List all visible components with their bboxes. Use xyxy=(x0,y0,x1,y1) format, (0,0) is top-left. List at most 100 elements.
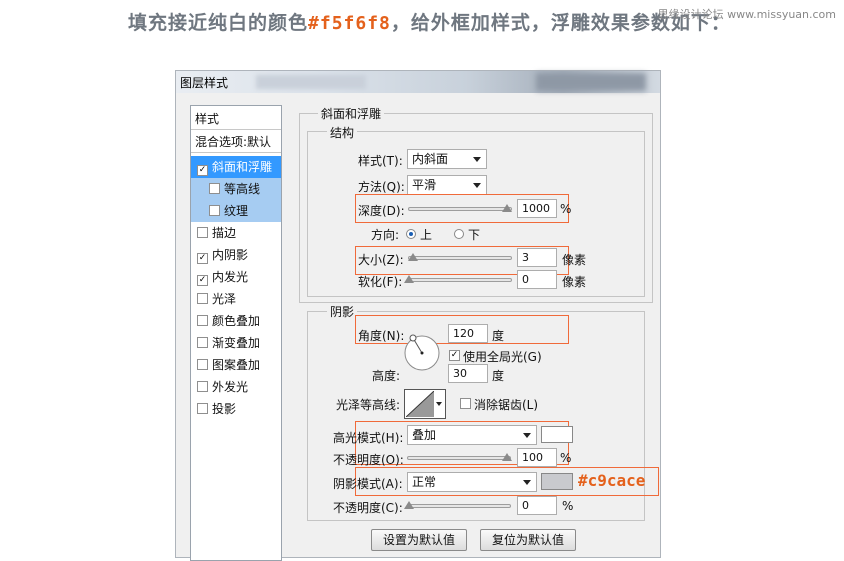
global-light-label: 使用全局光(G) xyxy=(463,350,542,364)
direction-up-radio[interactable] xyxy=(406,229,416,239)
style-list-item[interactable]: 纹理 xyxy=(191,200,281,222)
size-unit: 像素 xyxy=(562,253,587,267)
gloss-contour-label: 光泽等高线: xyxy=(336,398,401,412)
shadow-color-annotation: #c9cace xyxy=(578,471,646,490)
shadow-opacity-input[interactable]: 0 xyxy=(517,496,557,515)
style-list-item-label: 内阴影 xyxy=(212,248,249,262)
style-list-item[interactable]: ✓ 斜面和浮雕 xyxy=(191,156,281,178)
shadow-opacity-label: 不透明度(C): xyxy=(333,501,403,515)
highlight-opacity-slider[interactable] xyxy=(407,456,511,460)
style-checkbox[interactable] xyxy=(197,293,208,304)
style-list-item-label: 纹理 xyxy=(224,204,249,218)
style-list-item-label: 光泽 xyxy=(212,292,237,306)
instruction-heading: 填充接近纯白的颜色#f5f6f8，给外框加样式，浮雕效果参数如下： xyxy=(128,8,731,35)
style-list-item[interactable]: ✓ 内发光 xyxy=(191,266,281,288)
style-checkbox[interactable] xyxy=(197,403,208,414)
gloss-contour-picker[interactable] xyxy=(404,389,446,419)
soften-input[interactable]: 0 xyxy=(517,270,557,289)
depth-slider[interactable] xyxy=(408,207,512,211)
style-list-item[interactable]: 图案叠加 xyxy=(191,354,281,376)
shadow-opacity-thumb[interactable] xyxy=(404,501,414,509)
style-checkbox[interactable]: ✓ xyxy=(197,165,208,176)
technique-value: 平滑 xyxy=(412,178,437,192)
style-list-item[interactable]: 外发光 xyxy=(191,376,281,398)
soften-unit: 像素 xyxy=(562,275,587,289)
style-checkbox[interactable] xyxy=(197,381,208,392)
size-input[interactable]: 3 xyxy=(517,248,557,267)
style-label: 样式(T): xyxy=(358,154,403,168)
style-list-item[interactable]: ✓ 内阴影 xyxy=(191,244,281,266)
shadow-mode-value: 正常 xyxy=(412,475,437,489)
angle-unit: 度 xyxy=(492,329,505,343)
chevron-down-icon xyxy=(473,183,481,188)
style-checkbox[interactable] xyxy=(209,183,220,194)
direction-down-label: 下 xyxy=(468,228,481,242)
highlight-opacity-unit: % xyxy=(560,451,572,465)
style-checkbox[interactable] xyxy=(197,315,208,326)
depth-slider-thumb[interactable] xyxy=(502,204,512,212)
chevron-down-icon xyxy=(523,433,531,438)
antialias-checkbox[interactable] xyxy=(460,398,471,409)
style-list-item-label: 描边 xyxy=(212,226,237,240)
technique-select[interactable]: 平滑 xyxy=(407,175,487,195)
size-slider[interactable] xyxy=(408,256,512,260)
style-checkbox[interactable] xyxy=(197,359,208,370)
style-checkbox[interactable]: ✓ xyxy=(197,253,208,264)
shadow-color-swatch[interactable] xyxy=(541,473,573,490)
style-list-item[interactable]: 颜色叠加 xyxy=(191,310,281,332)
style-checkbox[interactable]: ✓ xyxy=(197,275,208,286)
soften-label: 软化(F): xyxy=(358,275,403,289)
shading-title: 阴影 xyxy=(327,303,358,320)
altitude-unit: 度 xyxy=(492,369,505,383)
highlight-opacity-input[interactable]: 100 xyxy=(517,448,557,467)
depth-label: 深度(D): xyxy=(358,204,405,218)
blending-options-item[interactable]: 混合选项:默认 xyxy=(191,131,281,153)
chevron-down-icon xyxy=(473,157,481,162)
highlight-opacity-label: 不透明度(O): xyxy=(333,453,404,467)
style-list-item-label: 渐变叠加 xyxy=(212,336,261,350)
depth-input[interactable]: 1000 xyxy=(517,199,557,218)
style-list-item-label: 图案叠加 xyxy=(212,358,261,372)
style-checkbox[interactable] xyxy=(197,227,208,238)
angle-dial-icon[interactable] xyxy=(402,333,442,373)
direction-label: 方向: xyxy=(371,228,400,242)
angle-label: 角度(N): xyxy=(358,329,405,343)
size-slider-thumb[interactable] xyxy=(408,253,418,261)
blurred-title-region xyxy=(256,75,366,89)
shadow-mode-select[interactable]: 正常 xyxy=(407,472,537,492)
heading-color-value: #f5f6f8 xyxy=(308,13,391,34)
style-list-item[interactable]: 等高线 xyxy=(191,178,281,200)
style-list-item[interactable]: 描边 xyxy=(191,222,281,244)
dialog-titlebar[interactable]: 图层样式 xyxy=(176,71,660,93)
bevel-style-select[interactable]: 内斜面 xyxy=(407,149,487,169)
make-default-button[interactable]: 设置为默认值 xyxy=(371,529,467,551)
direction-down-radio[interactable] xyxy=(454,229,464,239)
depth-unit: % xyxy=(560,202,572,216)
style-list-item-label: 内发光 xyxy=(212,270,249,284)
layer-style-dialog: 图层样式 样式 混合选项:默认 ✓ 斜面和浮雕等高线纹理描边 ✓ 内阴影 ✓ 内发光光泽颜… xyxy=(175,70,661,561)
style-checkbox[interactable] xyxy=(197,337,208,348)
style-list-item[interactable]: 渐变叠加 xyxy=(191,332,281,354)
soften-slider[interactable] xyxy=(408,278,512,282)
style-list-item-label: 斜面和浮雕 xyxy=(212,160,273,174)
highlight-mode-value: 叠加 xyxy=(412,428,437,442)
style-list-item[interactable]: 光泽 xyxy=(191,288,281,310)
reset-default-button[interactable]: 复位为默认值 xyxy=(480,529,576,551)
dialog-title: 图层样式 xyxy=(180,76,229,90)
style-list-header[interactable]: 样式 xyxy=(191,108,281,130)
angle-input[interactable]: 120 xyxy=(448,324,488,343)
highlight-mode-select[interactable]: 叠加 xyxy=(407,425,537,445)
soften-slider-thumb[interactable] xyxy=(404,275,414,283)
highlight-color-swatch[interactable] xyxy=(541,426,573,443)
altitude-input[interactable]: 30 xyxy=(448,364,488,383)
shadow-opacity-slider[interactable] xyxy=(407,504,511,508)
style-checkbox[interactable] xyxy=(209,205,220,216)
highlight-opacity-thumb[interactable] xyxy=(502,453,512,461)
style-list-item[interactable]: 投影 xyxy=(191,398,281,420)
global-light-checkbox[interactable]: ✓ xyxy=(449,350,460,361)
shadow-opacity-unit: % xyxy=(562,499,574,513)
style-list-item-label: 颜色叠加 xyxy=(212,314,261,328)
antialias-label: 消除锯齿(L) xyxy=(474,398,539,412)
heading-prefix: 填充接近纯白的颜色 xyxy=(128,12,309,34)
watermark: 思缘设计论坛 www.missyuan.com xyxy=(657,8,836,21)
